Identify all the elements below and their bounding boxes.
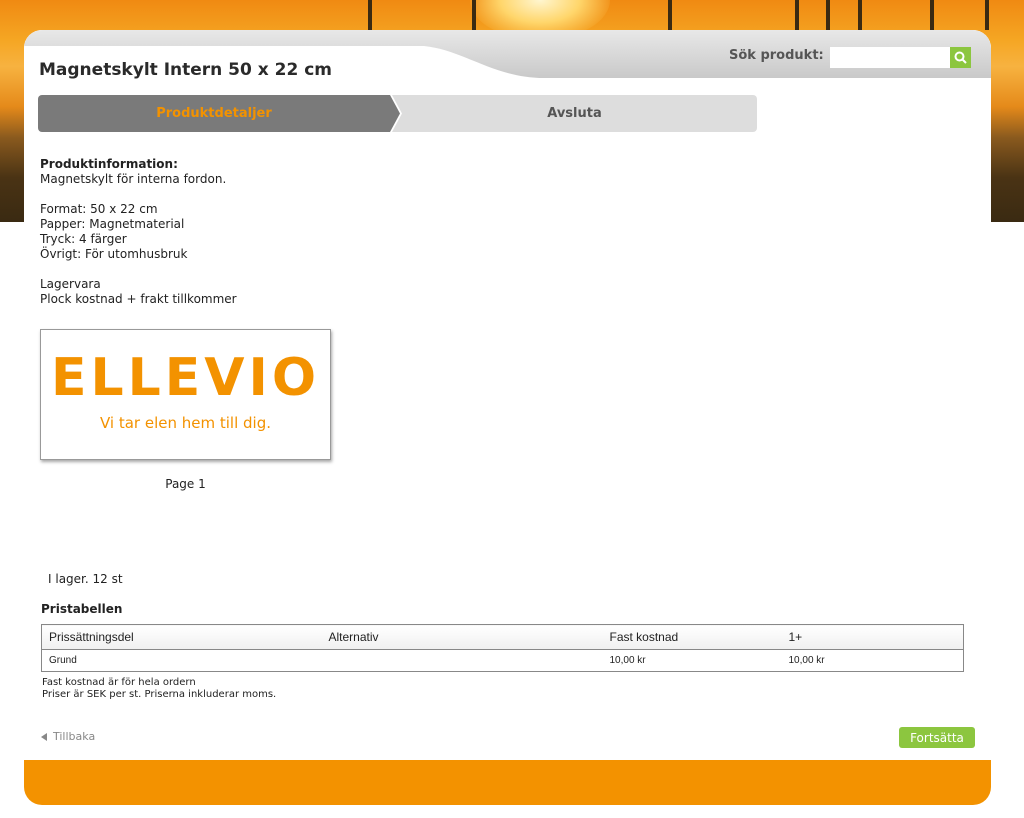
search-icon <box>954 51 967 64</box>
column-header: Fast kostnad <box>602 624 782 650</box>
price-notes: Fast kostnad är för hela ordern Priser ä… <box>42 677 276 701</box>
table-cell: Grund <box>49 655 77 666</box>
price-table: Prissättningsdel Alternativ Fast kostnad… <box>41 624 964 672</box>
product-pick-cost: Plock kostnad + frakt tillkommer <box>40 292 237 306</box>
product-format: Format: 50 x 22 cm <box>40 202 158 216</box>
product-stock-item: Lagervara <box>40 277 101 291</box>
table-cell: 10,00 kr <box>788 655 825 666</box>
wind-turbine <box>858 0 862 30</box>
product-preview-thumbnail[interactable]: ELLEVIO Vi tar elen hem till dig. <box>40 329 331 460</box>
search-button[interactable] <box>950 47 971 68</box>
main-card: Magnetskylt Intern 50 x 22 cm Sök produk… <box>24 30 991 770</box>
continue-button[interactable]: Fortsätta <box>899 727 975 748</box>
wind-turbine <box>985 0 989 30</box>
header: Magnetskylt Intern 50 x 22 cm Sök produk… <box>24 30 991 82</box>
wind-turbine <box>826 0 830 30</box>
product-paper: Papper: Magnetmaterial <box>40 217 185 231</box>
wind-turbine <box>368 0 372 30</box>
column-header: 1+ <box>781 624 964 650</box>
page-label: Page 1 <box>165 477 206 491</box>
footer-bar <box>24 760 991 805</box>
ellevio-logo: ELLEVIO <box>50 348 321 408</box>
step-avsluta[interactable]: Avsluta <box>392 95 757 132</box>
page-title: Magnetskylt Intern 50 x 22 cm <box>39 60 333 80</box>
product-print: Tryck: 4 färger <box>40 232 127 246</box>
checkout-steps: Produktdetaljer Avsluta <box>38 95 757 133</box>
price-note: Priser är SEK per st. Priserna inkludera… <box>42 689 277 700</box>
wind-turbine <box>795 0 799 30</box>
table-row: Grund 10,00 kr 10,00 kr <box>42 650 964 672</box>
product-info: Produktinformation: Magnetskylt för inte… <box>40 157 237 307</box>
stock-status: I lager. 12 st <box>48 572 123 586</box>
price-note: Fast kostnad är för hela ordern <box>42 677 196 688</box>
back-label: Tillbaka <box>53 730 96 743</box>
table-header-row: Prissättningsdel Alternativ Fast kostnad… <box>41 624 964 650</box>
wind-turbine <box>668 0 672 30</box>
product-info-heading: Produktinformation: <box>40 157 178 171</box>
wind-turbine <box>930 0 934 30</box>
wind-turbine <box>472 0 476 30</box>
product-description: Magnetskylt för interna fordon. <box>40 172 227 186</box>
table-cell <box>322 650 603 672</box>
search-input[interactable] <box>830 47 950 68</box>
table-cell: 10,00 kr <box>609 655 646 666</box>
column-header: Alternativ <box>321 624 603 650</box>
logo-tagline: Vi tar elen hem till dig. <box>99 414 272 432</box>
step-produktdetaljer[interactable]: Produktdetaljer <box>38 95 400 132</box>
back-link[interactable]: Tillbaka <box>41 730 95 743</box>
price-table-heading: Pristabellen <box>41 602 123 616</box>
product-other: Övrigt: För utomhusbruk <box>40 247 188 261</box>
column-header: Prissättningsdel <box>41 624 322 650</box>
search-label: Sök produkt: <box>729 48 824 63</box>
back-arrow-icon <box>41 732 47 741</box>
